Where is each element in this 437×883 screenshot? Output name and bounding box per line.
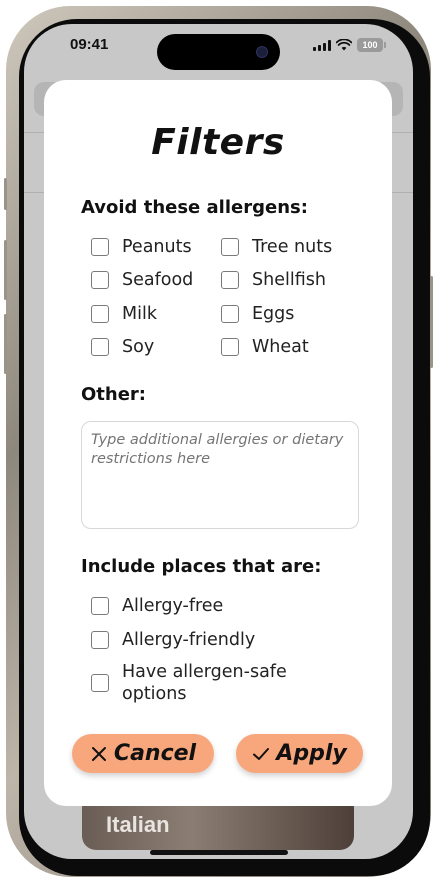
apply-button[interactable]: Apply (236, 734, 363, 773)
action-button (4, 178, 7, 210)
allergen-option-peanuts[interactable]: Peanuts (91, 236, 192, 258)
allergen-label: Tree nuts (252, 237, 333, 257)
close-icon (90, 745, 108, 763)
screen: Italian 09:41 100 Filters Avoid these al… (24, 24, 413, 859)
cancel-button[interactable]: Cancel (72, 734, 214, 773)
checkbox[interactable] (91, 271, 109, 289)
place-option-allergy-friendly[interactable]: Allergy-friendly (91, 629, 255, 651)
checkbox[interactable] (221, 238, 239, 256)
filters-modal: Filters Avoid these allergens: Peanuts T… (44, 80, 392, 806)
allergen-label: Eggs (252, 304, 295, 324)
modal-title: Filters (151, 122, 285, 163)
checkbox[interactable] (91, 631, 109, 649)
volume-up-button (4, 240, 7, 300)
checkmark-icon (252, 746, 270, 762)
allergen-label: Wheat (252, 337, 309, 357)
place-option-label: Have allergen-safe options (122, 662, 287, 704)
allergen-label: Shellfish (252, 270, 326, 290)
battery-icon: 100 (357, 38, 386, 52)
allergen-option-tree-nuts[interactable]: Tree nuts (221, 236, 332, 258)
camera-icon (256, 46, 268, 58)
power-button (430, 276, 433, 368)
cancel-button-label: Cancel (113, 741, 197, 766)
other-restrictions-input[interactable] (81, 421, 359, 529)
allergen-option-soy[interactable]: Soy (91, 336, 154, 358)
other-heading: Other: (81, 384, 147, 405)
checkbox[interactable] (91, 338, 109, 356)
place-option-label: Allergy-friendly (122, 630, 256, 650)
place-option-label: Allergy-free (122, 596, 224, 616)
places-heading: Include places that are: (81, 556, 322, 577)
checkbox[interactable] (221, 305, 239, 323)
status-time: 09:41 (70, 36, 109, 53)
checkbox[interactable] (91, 597, 109, 615)
cellular-signal-icon (313, 39, 331, 51)
place-option-allergy-free[interactable]: Allergy-free (91, 595, 223, 617)
allergen-option-shellfish[interactable]: Shellfish (221, 269, 326, 291)
allergen-option-eggs[interactable]: Eggs (221, 303, 294, 325)
cuisine-card-label: Italian (106, 812, 170, 837)
checkbox[interactable] (221, 271, 239, 289)
checkbox[interactable] (91, 238, 109, 256)
checkbox[interactable] (221, 338, 239, 356)
dynamic-island (157, 34, 280, 70)
allergen-label: Milk (122, 304, 157, 324)
allergen-label: Seafood (122, 270, 194, 290)
allergen-option-wheat[interactable]: Wheat (221, 336, 309, 358)
allergen-label: Peanuts (122, 237, 192, 257)
apply-button-label: Apply (276, 741, 347, 766)
allergen-option-seafood[interactable]: Seafood (91, 269, 193, 291)
allergen-option-milk[interactable]: Milk (91, 303, 157, 325)
place-option-allergen-safe[interactable]: Have allergen-safe options (91, 661, 301, 705)
checkbox[interactable] (91, 674, 109, 692)
home-indicator (150, 850, 288, 855)
status-icons: 100 (313, 38, 386, 52)
volume-down-button (4, 314, 7, 374)
allergen-label: Soy (122, 337, 155, 357)
wifi-icon (336, 39, 352, 51)
checkbox[interactable] (91, 305, 109, 323)
allergens-heading: Avoid these allergens: (81, 197, 308, 218)
